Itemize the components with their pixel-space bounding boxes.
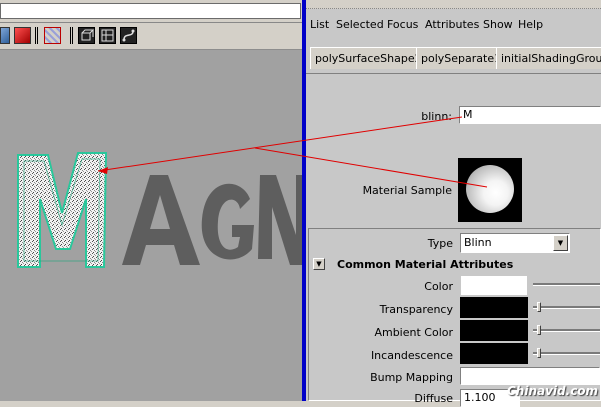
viewport-title-field[interactable] <box>0 3 301 19</box>
watermark: Chinavid.com <box>507 384 599 398</box>
attr-incandescence-label: Incandescence <box>370 349 453 362</box>
section-title: Common Material Attributes <box>337 258 514 271</box>
attr-transparency-label: Transparency <box>379 303 453 316</box>
menu-attributes[interactable]: Attributes <box>425 18 479 31</box>
chevron-down-icon[interactable]: ▼ <box>553 235 568 251</box>
attr-transparency-slider[interactable] <box>533 306 600 309</box>
material-header: blinn: M Material Sample <box>306 78 601 226</box>
menu-list[interactable]: List <box>310 18 329 31</box>
attr-ambient-color-label: Ambient Color <box>374 326 453 339</box>
type-dropdown-value: Blinn <box>464 236 492 249</box>
type-label: Type <box>427 237 453 250</box>
attr-diffuse-label: Diffuse <box>414 392 453 405</box>
separator-icon <box>35 27 38 44</box>
viewport-title-bar <box>0 0 304 23</box>
shading-icon[interactable] <box>0 27 10 44</box>
tab-polyseparate1[interactable]: polySeparate1 <box>416 47 507 69</box>
tab-polysurfaceshape2[interactable]: polySurfaceShape2 <box>310 47 427 69</box>
uv-grid-icon[interactable] <box>99 27 116 44</box>
attr-bump-mapping-label: Bump Mapping <box>370 371 453 384</box>
attribute-editor-title-strip <box>306 0 601 9</box>
menu-help[interactable]: Help <box>518 18 543 31</box>
attr-color-swatch[interactable] <box>460 275 528 296</box>
menu-selected[interactable]: Selected <box>336 18 384 31</box>
attr-ambient-color-slider[interactable] <box>533 329 600 332</box>
material-name-field[interactable]: M <box>459 106 601 124</box>
attr-transparency-slider-thumb[interactable] <box>537 302 541 312</box>
attr-color-label: Color <box>424 280 453 293</box>
attr-bump-mapping-field[interactable] <box>460 367 600 385</box>
material-attributes-panel: Type Blinn ▼ ▼ Common Material Attribute… <box>308 228 601 407</box>
tab-initialshadinggroup[interactable]: initialShadingGroup <box>496 47 601 69</box>
viewport-toolbar <box>0 23 304 50</box>
menu-focus[interactable]: Focus <box>387 18 418 31</box>
material-name-label: blinn: <box>421 110 452 123</box>
attr-ambient-color-swatch[interactable] <box>460 320 528 341</box>
attr-incandescence-slider[interactable] <box>533 352 600 355</box>
material-sample-label: Material Sample <box>362 184 452 197</box>
curve-tool-icon[interactable] <box>120 27 137 44</box>
select-frame-icon[interactable] <box>44 27 61 44</box>
render-cube-icon[interactable] <box>14 27 31 44</box>
viewport-scene[interactable] <box>0 49 304 401</box>
type-dropdown[interactable]: Blinn ▼ <box>460 233 570 253</box>
scene-letter-m-selected[interactable] <box>17 152 108 268</box>
attribute-editor: List Selected Focus Attributes Show Help… <box>306 0 601 407</box>
node-tabs: polySurfaceShape2 polySeparate1 initialS… <box>306 45 601 73</box>
viewport-panel[interactable] <box>0 0 304 401</box>
material-sample-swatch <box>458 158 522 222</box>
attribute-editor-menubar: List Selected Focus Attributes Show Help <box>306 14 601 36</box>
menu-show[interactable]: Show <box>483 18 513 31</box>
attr-color-slider[interactable] <box>533 283 600 286</box>
attr-incandescence-slider-thumb[interactable] <box>537 348 541 358</box>
collapse-triangle-icon[interactable]: ▼ <box>313 258 325 270</box>
scene-letters-shadow <box>122 175 304 265</box>
wireframe-cube-icon[interactable] <box>78 27 95 44</box>
attr-incandescence-swatch[interactable] <box>460 343 528 364</box>
material-sphere-preview <box>466 165 514 213</box>
separator-icon <box>70 27 73 44</box>
tab-underline <box>306 73 601 74</box>
attr-ambient-color-slider-thumb[interactable] <box>537 325 541 335</box>
attr-transparency-swatch[interactable] <box>460 297 528 318</box>
